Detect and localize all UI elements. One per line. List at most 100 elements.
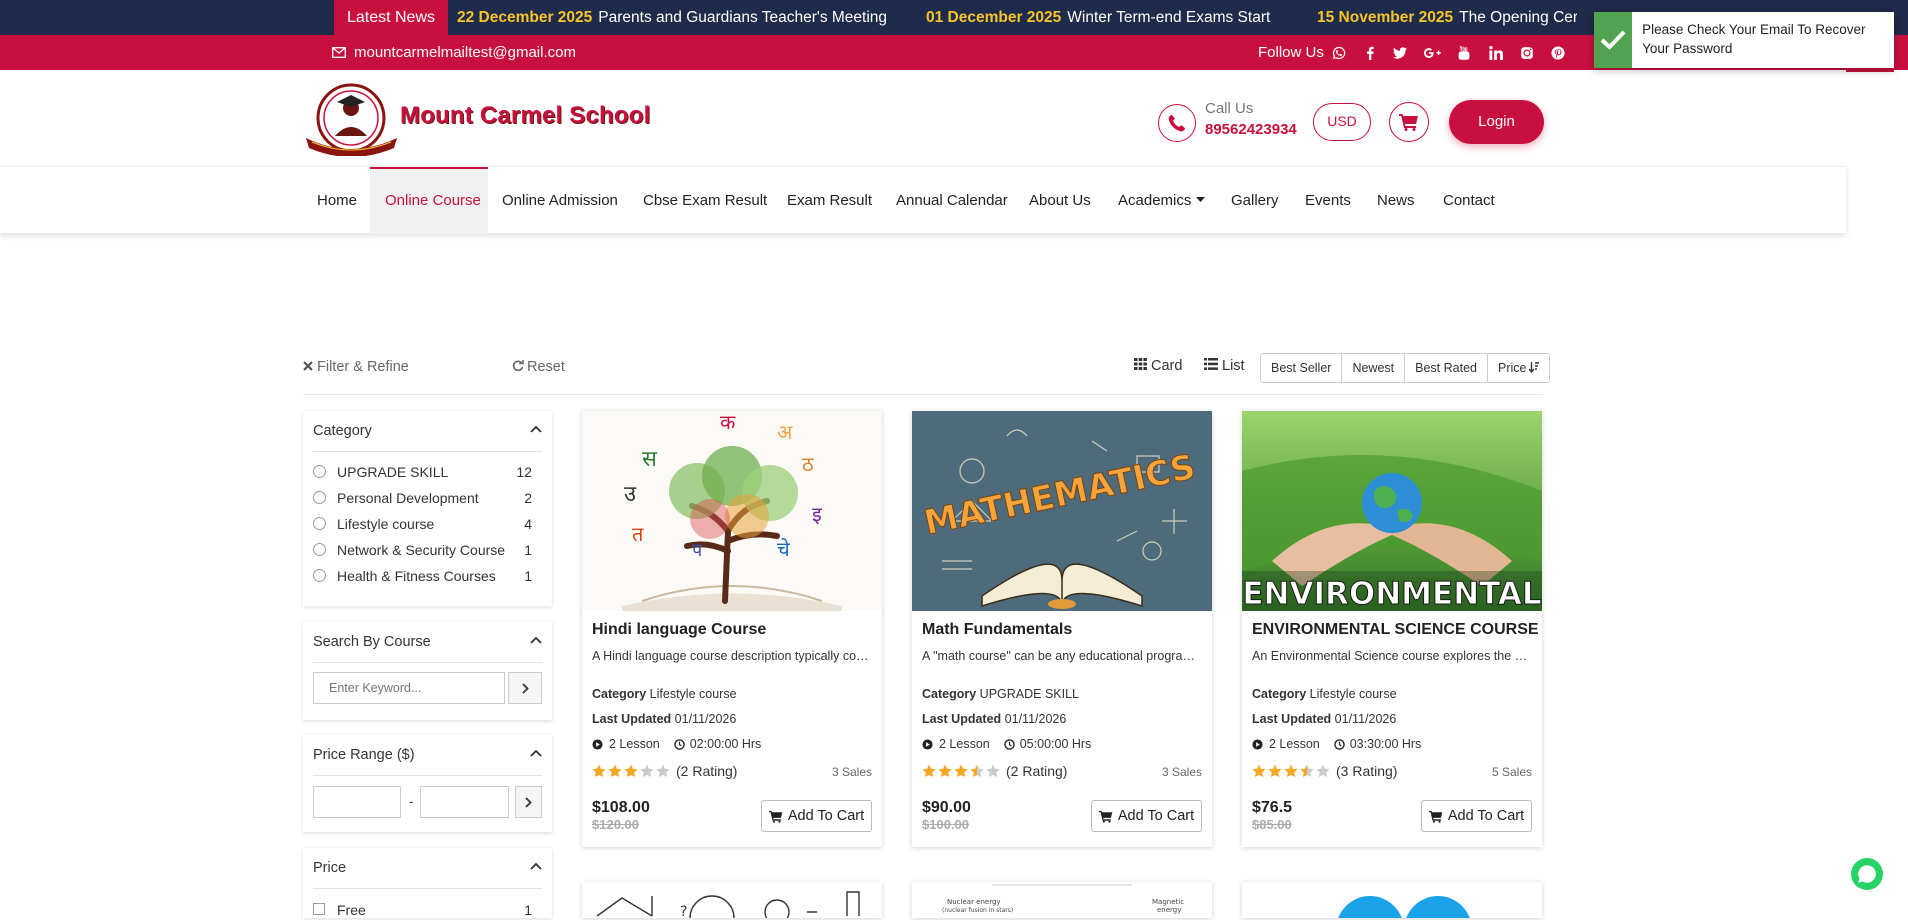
nav-annual-calendar[interactable]: Annual Calendar bbox=[896, 167, 1008, 234]
sort-best-seller[interactable]: Best Seller bbox=[1261, 354, 1343, 382]
course-title[interactable]: ENVIRONMENTAL SCIENCE COURSE bbox=[1252, 621, 1539, 639]
search-submit-button[interactable] bbox=[508, 672, 542, 704]
whatsapp-chat-button[interactable] bbox=[1851, 858, 1883, 890]
whatsapp-icon[interactable] bbox=[1330, 44, 1347, 61]
add-to-cart-button[interactable]: Add To Cart bbox=[761, 800, 872, 832]
price-min-input[interactable] bbox=[313, 786, 401, 818]
price-panel: Price Free 1 bbox=[303, 848, 552, 918]
success-toast[interactable]: Please Check Your Email To Recover Your … bbox=[1594, 12, 1894, 68]
category-radio[interactable] bbox=[313, 543, 326, 556]
sort-price[interactable]: Price bbox=[1488, 354, 1549, 382]
phone-number[interactable]: 89562423934 bbox=[1205, 121, 1297, 138]
list-view-toggle[interactable]: List bbox=[1204, 358, 1245, 374]
category-radio[interactable] bbox=[313, 491, 326, 504]
chevron-up-icon[interactable] bbox=[530, 425, 542, 433]
checkmark-icon bbox=[1594, 12, 1633, 68]
star-icon bbox=[624, 764, 638, 778]
chevron-right-icon bbox=[525, 796, 532, 808]
course-meta: 2 Lesson 05:00:00 Hrs bbox=[922, 737, 1091, 751]
linkedin-icon[interactable] bbox=[1487, 44, 1504, 61]
course-card[interactable]: ? bbox=[582, 882, 882, 918]
email-link[interactable]: mountcarmelmailtest@gmail.com bbox=[332, 35, 576, 70]
sort-icon bbox=[1528, 362, 1540, 374]
price-item[interactable]: Free 1 bbox=[313, 900, 542, 920]
price-max-input[interactable] bbox=[420, 786, 509, 818]
nav-online-admission[interactable]: Online Admission bbox=[502, 167, 618, 234]
panel-divider bbox=[313, 775, 542, 776]
instagram-icon[interactable] bbox=[1518, 44, 1535, 61]
nav-exam-result[interactable]: Exam Result bbox=[787, 167, 872, 234]
category-radio[interactable] bbox=[313, 569, 326, 582]
pinterest-icon[interactable] bbox=[1549, 44, 1566, 61]
course-title[interactable]: Math Fundamentals bbox=[922, 621, 1072, 639]
course-card[interactable]: क अ स ठ उ इ त चे प Hindi language Course… bbox=[582, 411, 882, 847]
category-item[interactable]: Lifestyle course 4 bbox=[313, 514, 542, 534]
price-checkbox[interactable] bbox=[313, 903, 325, 915]
news-item[interactable]: 01 December 2025 Winter Term-end Exams St… bbox=[926, 0, 1270, 35]
chevron-up-icon[interactable] bbox=[530, 749, 542, 757]
course-card[interactable]: Nuclear energy (nuclear fusion in stars) M… bbox=[912, 882, 1212, 918]
google-plus-icon[interactable] bbox=[1422, 44, 1442, 61]
add-to-cart-button[interactable]: Add To Cart bbox=[1091, 800, 1202, 832]
add-to-cart-button[interactable]: Add To Cart bbox=[1421, 800, 1532, 832]
nav-home[interactable]: Home bbox=[317, 167, 357, 234]
nav-about-us[interactable]: About Us bbox=[1029, 167, 1091, 234]
school-logo[interactable] bbox=[304, 80, 399, 157]
chevron-up-icon[interactable] bbox=[530, 636, 542, 644]
category-radio[interactable] bbox=[313, 465, 326, 478]
course-image-hindi[interactable]: क अ स ठ उ इ त चे प bbox=[582, 411, 882, 611]
chevron-up-icon[interactable] bbox=[530, 862, 542, 870]
course-card[interactable]: MATHEMATICS Math Fundamentals A "math co… bbox=[912, 411, 1212, 847]
svg-text:उ: उ bbox=[624, 482, 637, 507]
news-item[interactable]: 15 November 2025 The Opening Ceremo bbox=[1317, 0, 1577, 35]
sort-best-rated[interactable]: Best Rated bbox=[1405, 354, 1488, 382]
nav-cbse-exam-result[interactable]: Cbse Exam Result bbox=[643, 167, 767, 234]
svg-text:?: ? bbox=[680, 904, 687, 918]
currency-selector[interactable]: USD bbox=[1313, 103, 1371, 141]
card-view-toggle[interactable]: Card bbox=[1134, 358, 1182, 374]
category-item[interactable]: UPGRADE SKILL 12 bbox=[313, 462, 542, 482]
chevron-right-icon bbox=[521, 682, 529, 694]
cart-icon bbox=[1399, 114, 1418, 131]
nav-online-course[interactable]: Online Course bbox=[385, 167, 481, 234]
course-meta: 2 Lesson 03:30:00 Hrs bbox=[1252, 737, 1421, 751]
course-rating: (2 Rating) bbox=[592, 763, 737, 779]
nav-contact[interactable]: Contact bbox=[1443, 167, 1495, 234]
category-item[interactable]: Health & Fitness Courses 1 bbox=[313, 566, 542, 586]
category-label: Category bbox=[592, 687, 647, 701]
envelope-icon bbox=[332, 47, 346, 58]
course-card[interactable]: ENVIRONMENTAL ENVIRONMENTAL SCIENCE COUR… bbox=[1242, 411, 1542, 847]
login-button[interactable]: Login bbox=[1449, 100, 1544, 144]
add-to-cart-label: Add To Cart bbox=[1447, 808, 1525, 824]
facebook-icon[interactable] bbox=[1361, 44, 1378, 61]
nav-news[interactable]: News bbox=[1377, 167, 1415, 234]
nav-gallery[interactable]: Gallery bbox=[1231, 167, 1279, 234]
category-radio[interactable] bbox=[313, 517, 326, 530]
nav-events[interactable]: Events bbox=[1305, 167, 1351, 234]
lesson-count: 2 Lesson bbox=[1269, 737, 1320, 751]
course-search-input[interactable] bbox=[313, 672, 505, 704]
clock-icon bbox=[1333, 738, 1345, 750]
course-card[interactable] bbox=[1242, 882, 1542, 918]
category-item[interactable]: Personal Development 2 bbox=[313, 488, 542, 508]
course-updated: Last Updated 01/11/2026 bbox=[1252, 712, 1396, 726]
phone-icon[interactable] bbox=[1158, 104, 1196, 142]
price-submit-button[interactable] bbox=[515, 786, 542, 818]
reset-button[interactable]: Reset bbox=[512, 359, 565, 375]
course-title[interactable]: Hindi language Course bbox=[592, 621, 766, 639]
nav-academics[interactable]: Academics bbox=[1118, 167, 1206, 234]
sort-newest[interactable]: Newest bbox=[1342, 354, 1406, 382]
course-old-price: $120.00 bbox=[592, 817, 639, 832]
youtube-icon[interactable] bbox=[1455, 44, 1472, 61]
twitter-icon[interactable] bbox=[1391, 44, 1408, 61]
category-item[interactable]: Network & Security Course 1 bbox=[313, 540, 542, 560]
news-item[interactable]: 22 December 2025 Parents and Guardians Te… bbox=[457, 0, 887, 35]
filter-refine-toggle[interactable]: Filter & Refine bbox=[303, 359, 409, 375]
course-image-environmental[interactable]: ENVIRONMENTAL bbox=[1242, 411, 1542, 611]
category-value: UPGRADE SKILL bbox=[979, 687, 1080, 701]
course-image-math[interactable]: MATHEMATICS bbox=[912, 411, 1212, 611]
sort-options: Best Seller Newest Best Rated Price bbox=[1260, 353, 1551, 383]
star-icon bbox=[608, 764, 622, 778]
school-name[interactable]: Mount Carmel School bbox=[400, 102, 650, 130]
cart-button[interactable] bbox=[1389, 102, 1429, 142]
